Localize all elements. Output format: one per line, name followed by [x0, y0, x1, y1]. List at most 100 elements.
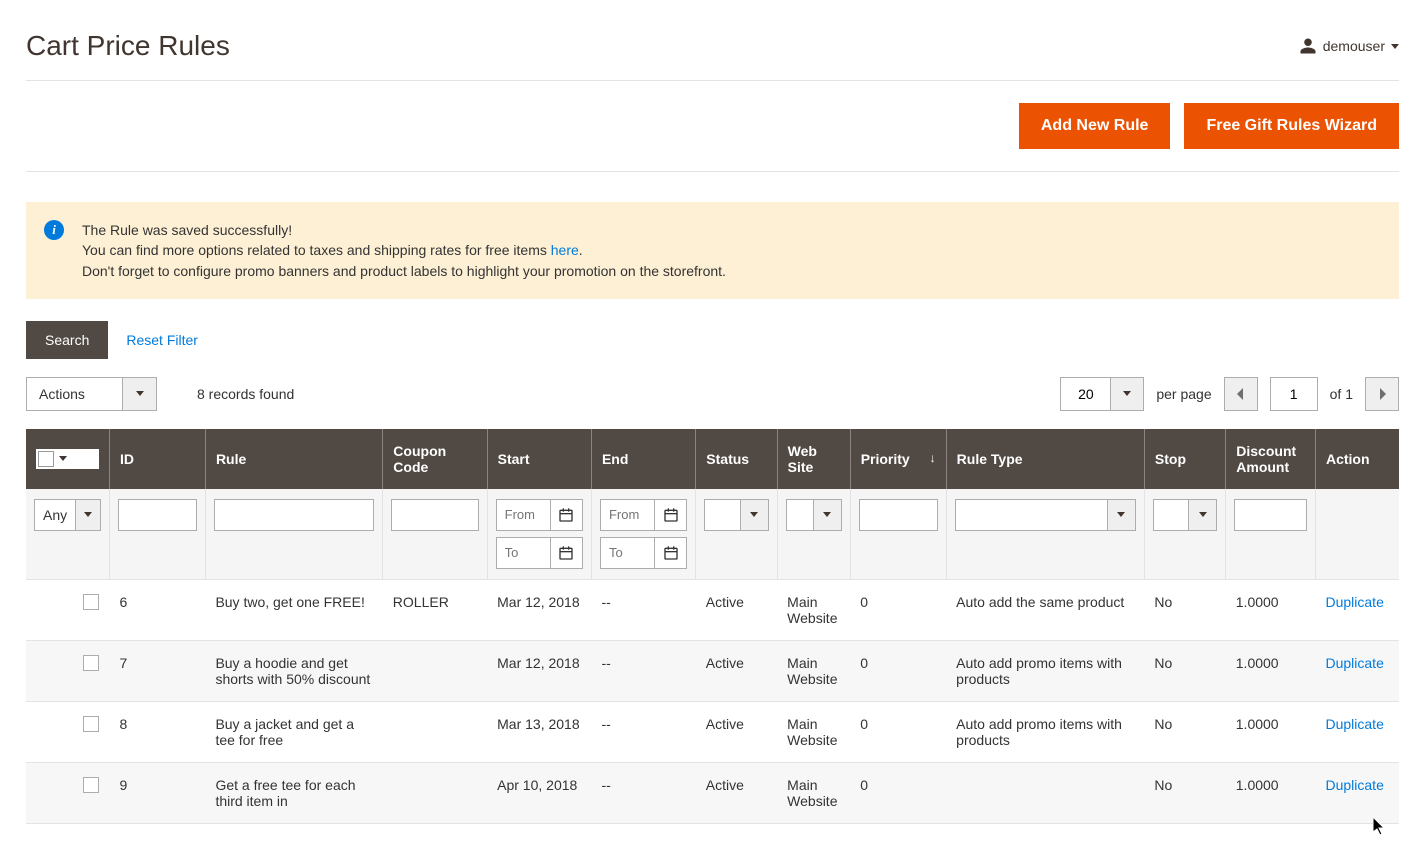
- col-status[interactable]: Status: [696, 429, 777, 489]
- cell-rule: Get a free tee for each third item in: [205, 762, 382, 823]
- table-row[interactable]: 6 Buy two, get one FREE! ROLLER Mar 12, …: [26, 579, 1399, 640]
- duplicate-link[interactable]: Duplicate: [1325, 777, 1383, 793]
- filter-coupon-input[interactable]: [391, 499, 478, 531]
- per-page-label: per page: [1156, 386, 1211, 402]
- col-checkbox[interactable]: [26, 429, 109, 489]
- col-coupon[interactable]: Coupon Code: [383, 429, 487, 489]
- col-end[interactable]: End: [591, 429, 695, 489]
- col-action[interactable]: Action: [1315, 429, 1399, 489]
- cell-priority: 0: [850, 762, 946, 823]
- cell-ruletype: [946, 762, 1144, 823]
- add-new-rule-button[interactable]: Add New Rule: [1019, 103, 1171, 149]
- filter-start-to-input[interactable]: [497, 538, 550, 568]
- cell-id: 6: [109, 579, 205, 640]
- cell-rule: Buy two, get one FREE!: [205, 579, 382, 640]
- chevron-down-icon: [75, 500, 100, 530]
- cell-coupon: [383, 762, 487, 823]
- col-priority-label: Priority: [861, 451, 910, 467]
- cell-rule: Buy a hoodie and get shorts with 50% dis…: [205, 640, 382, 701]
- actions-bar: Add New Rule Free Gift Rules Wizard: [26, 80, 1399, 172]
- filter-end-from[interactable]: [600, 499, 687, 531]
- cell-end: --: [591, 579, 695, 640]
- cell-website: Main Website: [777, 762, 850, 823]
- filter-start-from[interactable]: [496, 499, 583, 531]
- cell-status: Active: [696, 762, 777, 823]
- search-button[interactable]: Search: [26, 321, 108, 359]
- filter-end-to[interactable]: [600, 537, 687, 569]
- filter-id-input[interactable]: [118, 499, 197, 531]
- calendar-icon[interactable]: [654, 500, 686, 530]
- filter-ruletype-select[interactable]: [955, 499, 1136, 531]
- col-priority[interactable]: Priority↓: [850, 429, 946, 489]
- col-website[interactable]: Web Site: [777, 429, 850, 489]
- free-gift-wizard-button[interactable]: Free Gift Rules Wizard: [1184, 103, 1399, 149]
- cell-website: Main Website: [777, 701, 850, 762]
- cell-status: Active: [696, 701, 777, 762]
- cell-discount: 1.0000: [1226, 640, 1316, 701]
- cell-start: Mar 12, 2018: [487, 579, 591, 640]
- row-checkbox[interactable]: [83, 594, 99, 610]
- table-row[interactable]: 8 Buy a jacket and get a tee for free Ma…: [26, 701, 1399, 762]
- page-title: Cart Price Rules: [26, 30, 230, 62]
- select-all-checkbox[interactable]: [38, 451, 54, 467]
- filter-priority-input[interactable]: [859, 499, 938, 531]
- col-rule[interactable]: Rule: [205, 429, 382, 489]
- filter-stop-select[interactable]: [1153, 499, 1217, 531]
- col-id[interactable]: ID: [109, 429, 205, 489]
- cell-start: Apr 10, 2018: [487, 762, 591, 823]
- row-checkbox[interactable]: [83, 655, 99, 671]
- col-start[interactable]: Start: [487, 429, 591, 489]
- calendar-icon[interactable]: [654, 538, 686, 568]
- cell-stop: No: [1144, 701, 1225, 762]
- mass-actions-select[interactable]: Actions: [26, 377, 157, 411]
- chevron-down-icon[interactable]: [56, 451, 70, 467]
- cell-discount: 1.0000: [1226, 579, 1316, 640]
- cell-ruletype: Auto add promo items with products: [946, 640, 1144, 701]
- filter-any-label: Any: [35, 500, 75, 530]
- chevron-down-icon: [813, 500, 841, 530]
- cell-start: Mar 13, 2018: [487, 701, 591, 762]
- filter-website-select[interactable]: [786, 499, 842, 531]
- table-row[interactable]: 7 Buy a hoodie and get shorts with 50% d…: [26, 640, 1399, 701]
- cell-end: --: [591, 640, 695, 701]
- page-input[interactable]: [1270, 377, 1318, 411]
- filter-start-to[interactable]: [496, 537, 583, 569]
- table-row[interactable]: 9 Get a free tee for each third item in …: [26, 762, 1399, 823]
- filter-checkbox-select[interactable]: Any: [34, 499, 101, 531]
- username: demouser: [1323, 38, 1385, 54]
- filter-end-to-input[interactable]: [601, 538, 654, 568]
- col-discount[interactable]: Discount Amount: [1226, 429, 1316, 489]
- cell-website: Main Website: [777, 640, 850, 701]
- notice-here-link[interactable]: here: [551, 242, 579, 258]
- next-page-button[interactable]: [1365, 377, 1399, 411]
- filter-start-from-input[interactable]: [497, 500, 550, 530]
- cell-rule: Buy a jacket and get a tee for free: [205, 701, 382, 762]
- row-checkbox[interactable]: [83, 716, 99, 732]
- duplicate-link[interactable]: Duplicate: [1325, 594, 1383, 610]
- per-page-select[interactable]: [1060, 377, 1144, 411]
- filter-status-select[interactable]: [704, 499, 768, 531]
- reset-filter-link[interactable]: Reset Filter: [126, 332, 198, 348]
- rules-table: ID Rule Coupon Code Start End Status Web…: [26, 429, 1399, 824]
- cell-id: 8: [109, 701, 205, 762]
- col-stop[interactable]: Stop: [1144, 429, 1225, 489]
- row-checkbox[interactable]: [83, 777, 99, 793]
- col-ruletype[interactable]: Rule Type: [946, 429, 1144, 489]
- filter-end-from-input[interactable]: [601, 500, 654, 530]
- user-icon: [1299, 37, 1317, 55]
- user-menu[interactable]: demouser: [1299, 37, 1399, 55]
- filter-rule-input[interactable]: [214, 499, 374, 531]
- mass-actions-label: Actions: [27, 378, 122, 410]
- notice-line2-post: .: [579, 242, 583, 258]
- calendar-icon[interactable]: [550, 538, 582, 568]
- duplicate-link[interactable]: Duplicate: [1325, 716, 1383, 732]
- notice-line2-pre: You can find more options related to tax…: [82, 242, 551, 258]
- filter-discount-input[interactable]: [1234, 499, 1307, 531]
- duplicate-link[interactable]: Duplicate: [1325, 655, 1383, 671]
- calendar-icon[interactable]: [550, 500, 582, 530]
- cell-stop: No: [1144, 640, 1225, 701]
- cell-id: 7: [109, 640, 205, 701]
- prev-page-button[interactable]: [1224, 377, 1258, 411]
- per-page-input[interactable]: [1060, 377, 1110, 411]
- filter-row: Any: [26, 489, 1399, 580]
